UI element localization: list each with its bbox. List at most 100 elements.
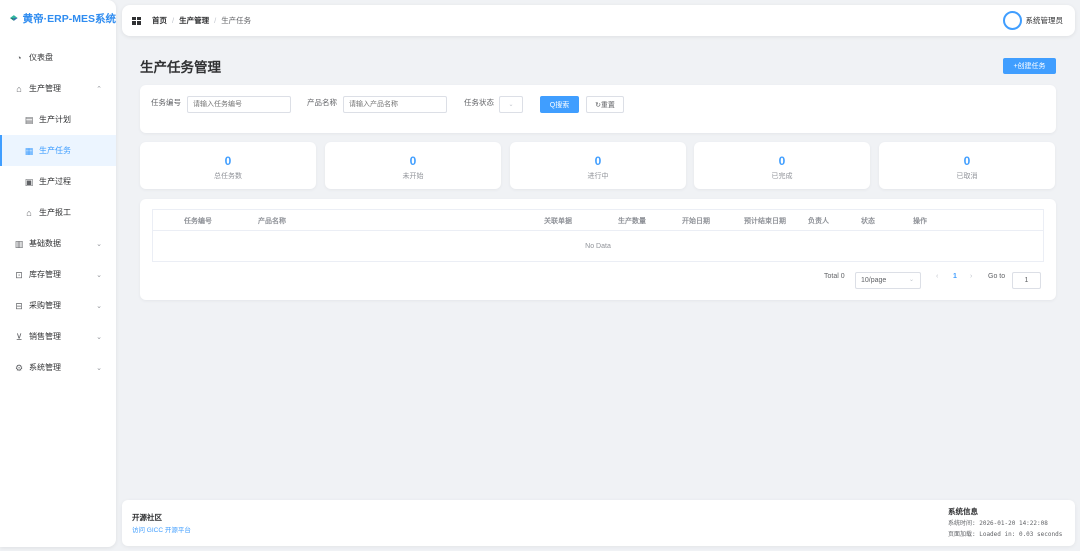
chevron-down-icon: ⌄: [96, 364, 102, 372]
user-name: 系统管理员: [1025, 16, 1064, 25]
gear-icon: ⚙: [14, 362, 24, 373]
goto-page-input[interactable]: 1: [1012, 272, 1041, 289]
sidebar-item-label: 生产管理: [29, 84, 61, 93]
sidebar-item-label: 基础数据: [29, 239, 61, 248]
page-title: 生产任务管理: [140, 60, 221, 75]
empty-state: No Data: [585, 243, 611, 250]
sidebar-item-inventory[interactable]: ⊡ 库存管理 ⌄: [0, 259, 116, 290]
page-number[interactable]: 1: [953, 273, 957, 280]
system-time: 系统时间: 2026-01-20 14:22:08: [948, 520, 1048, 527]
app-root: 黄帝·ERP-MES系统 ◔ 仪表盘 ⌂ 生产管理 ⌃ ▤ 生产计划 ▦ 生产任…: [0, 0, 1080, 551]
chevron-down-icon: ⌄: [96, 333, 102, 341]
column-header[interactable]: 关联单据: [544, 216, 572, 226]
product-name-label: 产品名称: [307, 98, 337, 107]
stat-label: 已取消: [956, 173, 978, 180]
community-link[interactable]: 访问 GICC 开源平台: [132, 524, 191, 534]
breadcrumb-production[interactable]: 生产管理: [179, 15, 209, 26]
logo-icon: [10, 15, 18, 21]
column-header[interactable]: 状态: [861, 216, 875, 226]
sidebar-item-sales[interactable]: ⊻ 销售管理 ⌄: [0, 321, 116, 352]
task-status-label: 任务状态: [464, 98, 494, 107]
chevron-down-icon: ⌄: [96, 271, 102, 279]
breadcrumb-separator: /: [172, 16, 175, 25]
stat-label: 总任务数: [214, 173, 242, 180]
logo[interactable]: 黄帝·ERP-MES系统: [0, 0, 116, 36]
chevron-down-icon: ⌄: [96, 302, 102, 310]
purchase-icon: ⊟: [15, 300, 23, 311]
sidebar-item-system[interactable]: ⚙ 系统管理 ⌄: [0, 352, 116, 383]
sidebar-item-label: 销售管理: [29, 332, 61, 341]
column-header[interactable]: 产品名称: [258, 216, 286, 226]
stat-label: 进行中: [587, 173, 609, 180]
task-no-input[interactable]: [187, 96, 291, 113]
menu-toggle-icon[interactable]: [132, 16, 141, 25]
create-task-button[interactable]: +创建任务: [1003, 58, 1056, 74]
breadcrumb-separator: /: [214, 16, 217, 25]
stat-card-completed: 0 已完成: [694, 142, 870, 189]
breadcrumb: 首页 / 生产管理 / 生产任务: [152, 15, 251, 26]
chevron-down-icon: ⌄: [96, 240, 102, 248]
page-load-time: 页面加载: Loaded in: 0.03 seconds: [948, 531, 1063, 538]
sidebar-item-label: 采购管理: [29, 301, 61, 310]
top-header: 首页 / 生产管理 / 生产任务 系统管理员: [122, 5, 1075, 36]
task-icon: ▦: [24, 145, 34, 156]
next-page-icon[interactable]: ›: [970, 273, 972, 280]
breadcrumb-home[interactable]: 首页: [152, 15, 167, 26]
sidebar-item-production-task[interactable]: ▦ 生产任务: [0, 135, 116, 166]
column-header[interactable]: 预计结束日期: [744, 216, 786, 226]
sidebar-item-production[interactable]: ⌂ 生产管理 ⌃: [0, 73, 116, 104]
stat-value: 0: [778, 154, 786, 168]
stat-value: 0: [963, 154, 971, 168]
column-header[interactable]: 操作: [913, 216, 927, 226]
sidebar-item-label: 系统管理: [29, 363, 61, 372]
product-name-input[interactable]: [343, 96, 447, 113]
sidebar-item-production-plan[interactable]: ▤ 生产计划: [0, 104, 116, 135]
column-header[interactable]: 生产数量: [618, 216, 646, 226]
chevron-down-icon: ⌄: [508, 102, 514, 108]
stat-label: 未开始: [402, 173, 424, 180]
reset-button[interactable]: ↻重置: [586, 96, 624, 113]
sidebar-item-base-data[interactable]: ▥ 基础数据 ⌄: [0, 228, 116, 259]
goto-label: Go to: [988, 273, 1006, 280]
sidebar-item-label: 生产报工: [39, 208, 71, 217]
prev-page-icon[interactable]: ‹: [936, 273, 938, 280]
stat-card-not-started: 0 未开始: [325, 142, 501, 189]
system-info-title: 系统信息: [948, 507, 978, 516]
warehouse-icon: ⊡: [15, 269, 23, 280]
sidebar-item-dashboard[interactable]: ◔ 仪表盘: [0, 42, 116, 73]
sidebar-item-production-process[interactable]: ▣ 生产过程: [0, 166, 116, 197]
sidebar-item-label: 库存管理: [29, 270, 61, 279]
sidebar-item-label: 生产计划: [39, 115, 71, 124]
stat-card-in-progress: 0 进行中: [510, 142, 686, 189]
logo-text: 黄帝·ERP-MES系统: [22, 12, 116, 25]
stat-card-total: 0 总任务数: [140, 142, 316, 189]
task-table: 任务编号 产品名称 关联单据 生产数量 开始日期 预计结束日期 负责人 状态 操…: [152, 209, 1044, 262]
column-header[interactable]: 任务编号: [184, 216, 212, 226]
search-button[interactable]: Q搜索: [540, 96, 579, 113]
chevron-down-icon: ⌄: [908, 277, 914, 283]
factory-icon: ⌂: [16, 83, 22, 94]
column-header[interactable]: 开始日期: [682, 216, 710, 226]
chevron-up-icon: ⌃: [96, 85, 102, 93]
avatar: [1002, 11, 1022, 30]
report-icon: ⌂: [26, 207, 32, 218]
community-title: 开源社区: [132, 513, 162, 522]
sidebar-item-label: 生产任务: [39, 146, 71, 155]
sidebar: 黄帝·ERP-MES系统 ◔ 仪表盘 ⌂ 生产管理 ⌃ ▤ 生产计划 ▦ 生产任…: [0, 0, 116, 547]
pagination-total: Total 0: [824, 273, 845, 280]
task-status-select[interactable]: ⌄: [499, 96, 523, 113]
sidebar-item-purchase[interactable]: ⊟ 采购管理 ⌄: [0, 290, 116, 321]
footer: 开源社区 访问 GICC 开源平台 系统信息 系统时间: 2026-01-20 …: [122, 500, 1075, 546]
sidebar-item-production-report[interactable]: ⌂ 生产报工: [0, 197, 116, 228]
sidebar-item-label: 仪表盘: [29, 53, 53, 62]
calendar-icon: ▤: [24, 114, 34, 125]
sidebar-item-label: 生产过程: [39, 177, 71, 186]
cart-icon: ⊻: [15, 331, 23, 342]
breadcrumb-current: 生产任务: [221, 16, 252, 25]
table-header: 任务编号 产品名称 关联单据 生产数量 开始日期 预计结束日期 负责人 状态 操…: [153, 210, 1043, 231]
user-menu[interactable]: 系统管理员: [1002, 11, 1064, 30]
page-size-select[interactable]: 10/page ⌄: [855, 272, 921, 289]
page-size-value: 10/page: [861, 277, 887, 284]
dashboard-icon: ◔: [16, 52, 22, 63]
column-header[interactable]: 负责人: [808, 216, 829, 226]
